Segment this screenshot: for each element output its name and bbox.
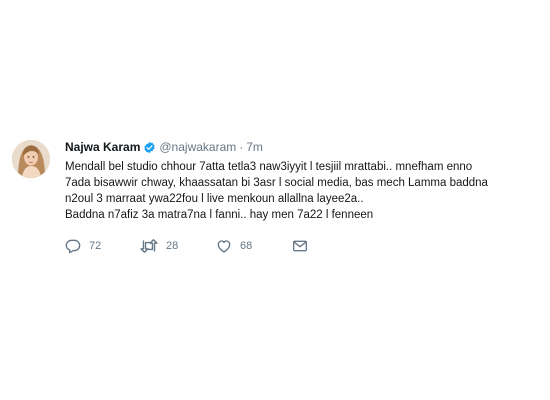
retweet-icon <box>140 238 158 254</box>
author-handle[interactable]: @najwakaram <box>159 140 236 154</box>
retweet-button[interactable]: 28 <box>140 238 216 254</box>
tweet-text: Mendall bel studio chhour 7atta tetla3 n… <box>65 161 488 221</box>
tweet-page: Najwa Karam @najwakaram · 7m Mendall bel… <box>0 0 550 400</box>
separator-dot: · <box>239 140 244 154</box>
envelope-icon <box>292 238 308 254</box>
avatar[interactable] <box>12 140 50 178</box>
tweet-content: Najwa Karam @najwakaram · 7m Mendall bel… <box>65 138 542 255</box>
verified-badge-icon <box>143 141 156 154</box>
tweet-header: Najwa Karam @najwakaram · 7m <box>65 138 542 156</box>
like-count: 68 <box>240 240 253 252</box>
reply-button[interactable]: 72 <box>65 238 140 254</box>
direct-message-button[interactable] <box>292 238 312 254</box>
avatar-image <box>12 140 50 178</box>
timestamp[interactable]: 7m <box>246 140 263 154</box>
reply-count: 72 <box>89 240 102 252</box>
author-display-name[interactable]: Najwa Karam <box>65 140 140 154</box>
retweet-count: 28 <box>166 240 179 252</box>
heart-icon <box>216 238 232 254</box>
reply-icon <box>65 238 81 254</box>
like-button[interactable]: 68 <box>216 238 292 254</box>
tweet-actions: 72 28 68 <box>65 237 542 255</box>
